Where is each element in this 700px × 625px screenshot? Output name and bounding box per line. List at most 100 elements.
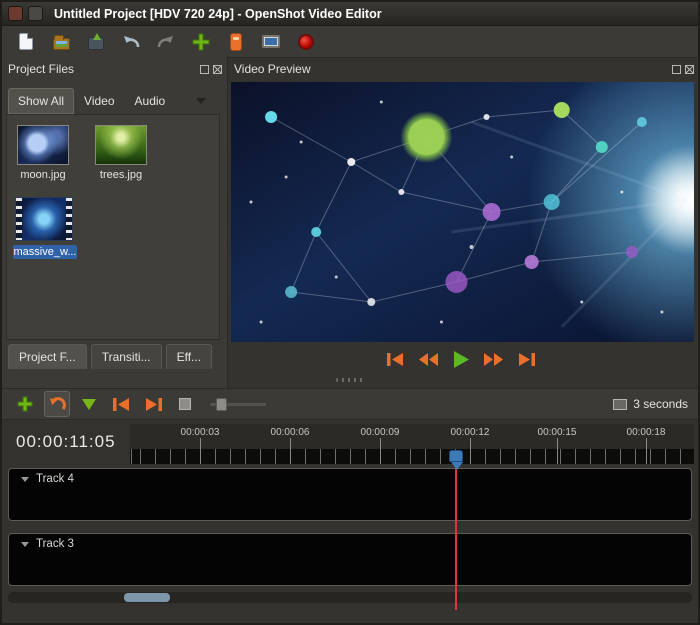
timeline-toolbar: 3 seconds xyxy=(2,388,698,420)
timeline-scrollbar-thumb[interactable] xyxy=(124,593,170,602)
jump-to-start-button[interactable] xyxy=(386,352,405,367)
file-thumbnail-massive[interactable] xyxy=(15,197,73,241)
rewind-button[interactable] xyxy=(418,352,439,367)
playhead-line xyxy=(455,462,457,610)
add-track-icon xyxy=(16,395,34,413)
undo-icon xyxy=(121,33,141,51)
major-tick xyxy=(646,438,647,464)
play-button[interactable] xyxy=(452,350,470,369)
export-video-button[interactable] xyxy=(294,30,318,54)
ruler-ticks xyxy=(130,449,694,464)
rewind-icon xyxy=(418,352,439,367)
save-project-icon xyxy=(88,37,104,50)
timeline-ruler[interactable]: 00:00:03 00:00:06 00:00:09 00:00:12 00:0… xyxy=(130,424,694,464)
jump-to-start-icon xyxy=(386,352,405,367)
zoom-slider[interactable] xyxy=(210,403,266,406)
project-files-title: Project Files xyxy=(8,62,74,76)
import-files-button[interactable] xyxy=(189,30,213,54)
fast-forward-button[interactable] xyxy=(483,352,504,367)
previous-marker-icon xyxy=(112,397,131,412)
video-preview-title: Video Preview xyxy=(234,62,311,76)
panel-splitter-handle[interactable] xyxy=(336,378,364,382)
track-row[interactable]: Track 3 xyxy=(8,533,692,586)
zoom-scale-icon xyxy=(613,399,627,410)
titlebar: Untitled Project [HDV 720 24p] - OpenSho… xyxy=(2,2,698,26)
ruler-tick-label: 00:00:15 xyxy=(538,427,577,438)
ruler-tick-label: 00:00:03 xyxy=(181,427,220,438)
track-collapse-icon[interactable] xyxy=(21,542,29,547)
tab-show-all[interactable]: Show All xyxy=(8,88,74,114)
major-tick xyxy=(290,438,291,464)
ruler-tick-label: 00:00:12 xyxy=(451,427,490,438)
fullscreen-button[interactable] xyxy=(259,30,283,54)
file-name[interactable]: moon.jpg xyxy=(7,169,79,181)
ruler-tick-label: 00:00:18 xyxy=(627,427,666,438)
file-thumbnail-trees[interactable] xyxy=(95,125,147,165)
video-preview-frame xyxy=(231,82,694,342)
file-name[interactable]: trees.jpg xyxy=(85,169,157,181)
tab-project-files[interactable]: Project F... xyxy=(8,344,87,369)
copy-icon xyxy=(179,398,191,410)
new-project-icon xyxy=(19,33,33,50)
playback-controls xyxy=(228,347,694,371)
add-marker-icon xyxy=(82,399,96,410)
jump-to-end-button[interactable] xyxy=(517,352,536,367)
openshot-window: Untitled Project [HDV 720 24p] - OpenSho… xyxy=(0,0,700,625)
window-minimize-button[interactable] xyxy=(28,6,43,21)
timeline-scrollbar[interactable] xyxy=(8,592,692,603)
close-panel-icon[interactable] xyxy=(213,65,222,74)
track-collapse-icon[interactable] xyxy=(21,477,29,482)
ruler-tick-label: 00:00:09 xyxy=(361,427,400,438)
file-name-selected[interactable]: massive_w... xyxy=(13,245,77,259)
tab-effects[interactable]: Eff... xyxy=(166,344,212,369)
project-files-header: Project Files xyxy=(8,58,222,80)
major-tick xyxy=(470,438,471,464)
track-name: Track 3 xyxy=(36,538,74,550)
play-icon xyxy=(452,350,470,369)
major-tick xyxy=(557,438,558,464)
save-project-button[interactable] xyxy=(84,30,108,54)
window-title: Untitled Project [HDV 720 24p] - OpenSho… xyxy=(54,7,382,21)
new-project-button[interactable] xyxy=(14,30,38,54)
undo-button[interactable] xyxy=(119,30,143,54)
timeline: 00:00:11:05 00:00:03 00:00:06 00:00:09 0… xyxy=(2,422,698,607)
file-thumbnail-moon[interactable] xyxy=(17,125,69,165)
fullscreen-icon xyxy=(262,35,280,48)
detach-panel-icon[interactable] xyxy=(200,65,209,74)
previous-marker-button[interactable] xyxy=(108,391,134,417)
zoom-slider-handle[interactable] xyxy=(216,398,227,411)
choose-profile-button[interactable] xyxy=(224,30,248,54)
tab-audio[interactable]: Audio xyxy=(125,88,176,114)
filter-dropdown-icon[interactable] xyxy=(196,98,206,104)
jump-to-end-icon xyxy=(517,352,536,367)
tab-video[interactable]: Video xyxy=(74,88,124,114)
file-list: moon.jpg trees.jpg massive_w... xyxy=(6,114,220,340)
major-tick xyxy=(200,438,201,464)
open-project-icon xyxy=(53,38,70,50)
track-name: Track 4 xyxy=(36,473,74,485)
next-marker-icon xyxy=(144,397,163,412)
tab-transitions[interactable]: Transiti... xyxy=(91,344,162,369)
open-project-button[interactable] xyxy=(49,30,73,54)
snapping-toggle-button[interactable] xyxy=(44,391,70,417)
copy-button[interactable] xyxy=(172,391,198,417)
close-panel-icon[interactable] xyxy=(685,65,694,74)
add-marker-button[interactable] xyxy=(76,391,102,417)
add-track-button[interactable] xyxy=(12,391,38,417)
track-row[interactable]: Track 4 xyxy=(8,468,692,521)
next-marker-button[interactable] xyxy=(140,391,166,417)
detach-panel-icon[interactable] xyxy=(672,65,681,74)
preview-image xyxy=(231,82,694,342)
redo-button[interactable] xyxy=(154,30,178,54)
playhead-handle[interactable] xyxy=(449,450,463,462)
current-time-display: 00:00:11:05 xyxy=(16,432,116,452)
fast-forward-icon xyxy=(483,352,504,367)
video-preview-header: Video Preview xyxy=(234,58,694,80)
choose-profile-icon xyxy=(230,33,242,51)
left-panel-tabs: Project F... Transiti... Eff... xyxy=(8,344,212,369)
redo-icon xyxy=(156,33,176,51)
zoom-scale-label: 3 seconds xyxy=(633,397,688,411)
ruler-tick-label: 00:00:06 xyxy=(271,427,310,438)
window-close-button[interactable] xyxy=(8,6,23,21)
snapping-icon xyxy=(48,396,66,412)
